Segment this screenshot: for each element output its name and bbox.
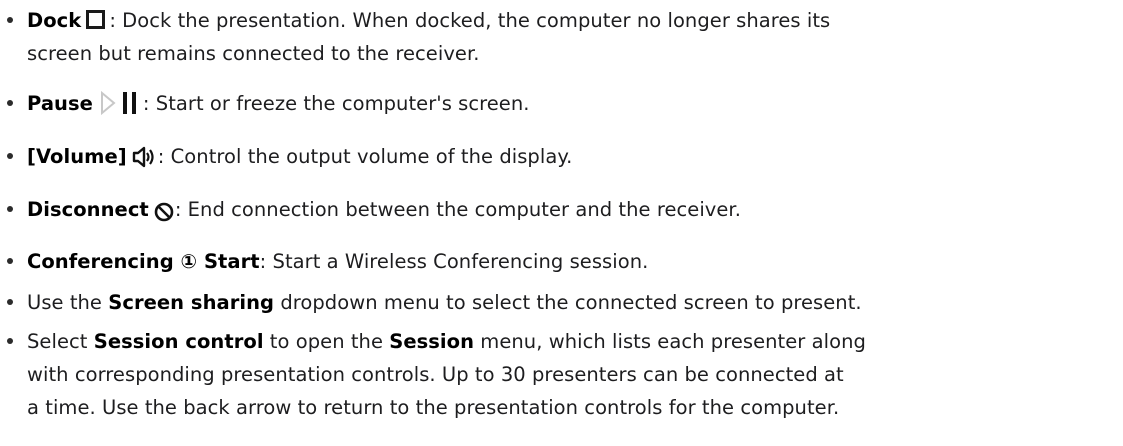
term-pause: Pause xyxy=(27,92,93,115)
term-volume: [Volume] xyxy=(27,145,127,168)
list-item-text: [Volume] : Control the output volume of t… xyxy=(27,140,1117,173)
session-pre: Select xyxy=(27,330,94,353)
term-screen-sharing: Screen sharing xyxy=(108,291,275,314)
bullet-dot xyxy=(7,338,13,344)
dock-description-cont: screen but remains connected to the rece… xyxy=(27,42,480,65)
term-disconnect: Disconnect xyxy=(27,198,149,221)
prohibited-circle-icon xyxy=(154,199,174,221)
play-pause-icon xyxy=(99,90,141,115)
list-item-text: Disconnect : End connection between the c… xyxy=(27,193,1117,226)
list-item-text: Conferencing ① Start: Start a Wireless C… xyxy=(27,245,1117,278)
screen-sharing-post: dropdown menu to select the connected sc… xyxy=(274,291,862,314)
term-session-control: Session control xyxy=(93,330,264,353)
conferencing-description: : Start a Wireless Conferencing session. xyxy=(259,250,649,273)
term-dock: Dock xyxy=(27,9,82,32)
session-line2: with corresponding presentation controls… xyxy=(27,363,844,386)
disconnect-description: : End connection between the computer an… xyxy=(174,198,741,221)
list-item-text: Pause : Start or freeze the computer's sc… xyxy=(27,87,1117,120)
session-line3: a time. Use the back arrow to return to … xyxy=(27,396,840,419)
document-page: Dock : Dock the presentation. When docked… xyxy=(0,0,1123,446)
square-dock-icon xyxy=(86,10,106,29)
term-session: Session xyxy=(389,330,475,353)
bullet-dot xyxy=(7,258,13,264)
screen-sharing-pre: Use the xyxy=(27,291,109,314)
list-item-text: Select Session control to open the Sessi… xyxy=(27,325,1117,424)
term-conferencing-start: Conferencing ① Start xyxy=(27,250,260,273)
bullet-dot xyxy=(7,17,13,23)
list-item-text: Dock : Dock the presentation. When docked… xyxy=(27,4,1117,70)
bullet-dot xyxy=(7,153,13,159)
session-mid: to open the xyxy=(263,330,390,353)
bullet-dot xyxy=(7,299,13,305)
volume-description: : Control the output volume of the displ… xyxy=(157,145,573,168)
bullet-dot xyxy=(7,100,13,106)
speaker-volume-icon xyxy=(132,145,156,167)
dock-description: : Dock the presentation. When docked, th… xyxy=(109,9,831,32)
list-item-text: Use the Screen sharing dropdown menu to … xyxy=(27,286,1117,319)
pause-description: : Start or freeze the computer's screen. xyxy=(142,92,530,115)
bullet-dot xyxy=(7,206,13,212)
session-post: menu, which lists each presenter along xyxy=(474,330,866,353)
